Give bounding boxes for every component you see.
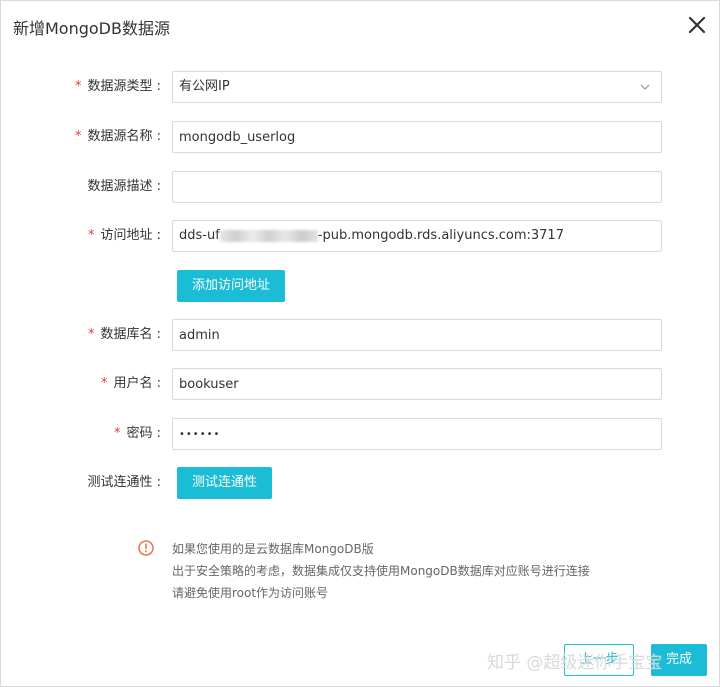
info-icon bbox=[138, 540, 154, 556]
chevron-down-icon bbox=[640, 84, 650, 90]
required-mark: * bbox=[87, 228, 95, 243]
form-row-type: * 数据源类型 : 有公网IP bbox=[1, 71, 720, 103]
form-row-database: * 数据库名 : bbox=[1, 319, 720, 351]
add-address-button[interactable]: 添加访问地址 bbox=[177, 270, 286, 302]
form-row-test: 测试连通性 : 测试连通性 bbox=[1, 467, 720, 499]
form-row-password: * 密码 : •••••• bbox=[1, 418, 720, 450]
form-row-address: * 访问地址 : dds-uf -pub.mongodb.rds.aliyuncs.… bbox=[1, 220, 720, 252]
redacted-mask bbox=[219, 229, 318, 242]
notice-line: 请避免使用root作为访问账号 bbox=[172, 586, 329, 600]
close-icon[interactable] bbox=[687, 15, 707, 35]
required-mark: * bbox=[113, 426, 121, 441]
previous-step-button[interactable]: 上一步 bbox=[564, 644, 634, 676]
form-row-name: * 数据源名称 : bbox=[1, 121, 720, 153]
username-label: * 用户名 : bbox=[100, 376, 161, 391]
name-input[interactable] bbox=[172, 121, 662, 153]
name-label: * 数据源名称 : bbox=[74, 129, 161, 144]
form-row-desc: 数据源描述 : bbox=[1, 171, 720, 203]
required-mark: * bbox=[100, 376, 108, 391]
username-input[interactable] bbox=[172, 368, 662, 400]
test-connection-button[interactable]: 测试连通性 bbox=[177, 467, 273, 499]
required-mark: * bbox=[87, 327, 95, 342]
database-input[interactable] bbox=[172, 319, 662, 351]
address-label: * 访问地址 : bbox=[87, 228, 161, 243]
desc-label: 数据源描述 : bbox=[87, 179, 161, 194]
add-mongodb-datasource-dialog: 新增MongoDB数据源 *数据源类型 : 有公网IP *数据源名称 : 数据源… bbox=[0, 0, 720, 687]
password-dots: •••••• bbox=[179, 429, 221, 440]
required-mark: * bbox=[74, 129, 82, 144]
database-label: * 数据库名 : bbox=[87, 327, 161, 342]
type-select[interactable]: 有公网IP bbox=[172, 71, 662, 103]
dialog-title: 新增MongoDB数据源 bbox=[13, 19, 170, 38]
address-input[interactable]: dds-uf -pub.mongodb.rds.aliyuncs.com:3717 bbox=[172, 220, 662, 252]
type-select-value: 有公网IP bbox=[179, 79, 230, 94]
test-label: 测试连通性 : bbox=[87, 475, 161, 490]
required-mark: * bbox=[74, 79, 82, 94]
password-input[interactable]: •••••• bbox=[172, 418, 662, 450]
password-label: * 密码 : bbox=[113, 426, 161, 441]
notice-line: 如果您使用的是云数据库MongoDB版 bbox=[172, 542, 374, 556]
notice-line: 出于安全策略的考虑，数据集成仅支持使用MongoDB数据库对应账号进行连接 bbox=[172, 564, 590, 578]
finish-button[interactable]: 完成 bbox=[651, 644, 707, 676]
type-label: * 数据源类型 : bbox=[74, 79, 161, 94]
desc-input[interactable] bbox=[172, 171, 662, 203]
form-row-username: * 用户名 : bbox=[1, 368, 720, 400]
